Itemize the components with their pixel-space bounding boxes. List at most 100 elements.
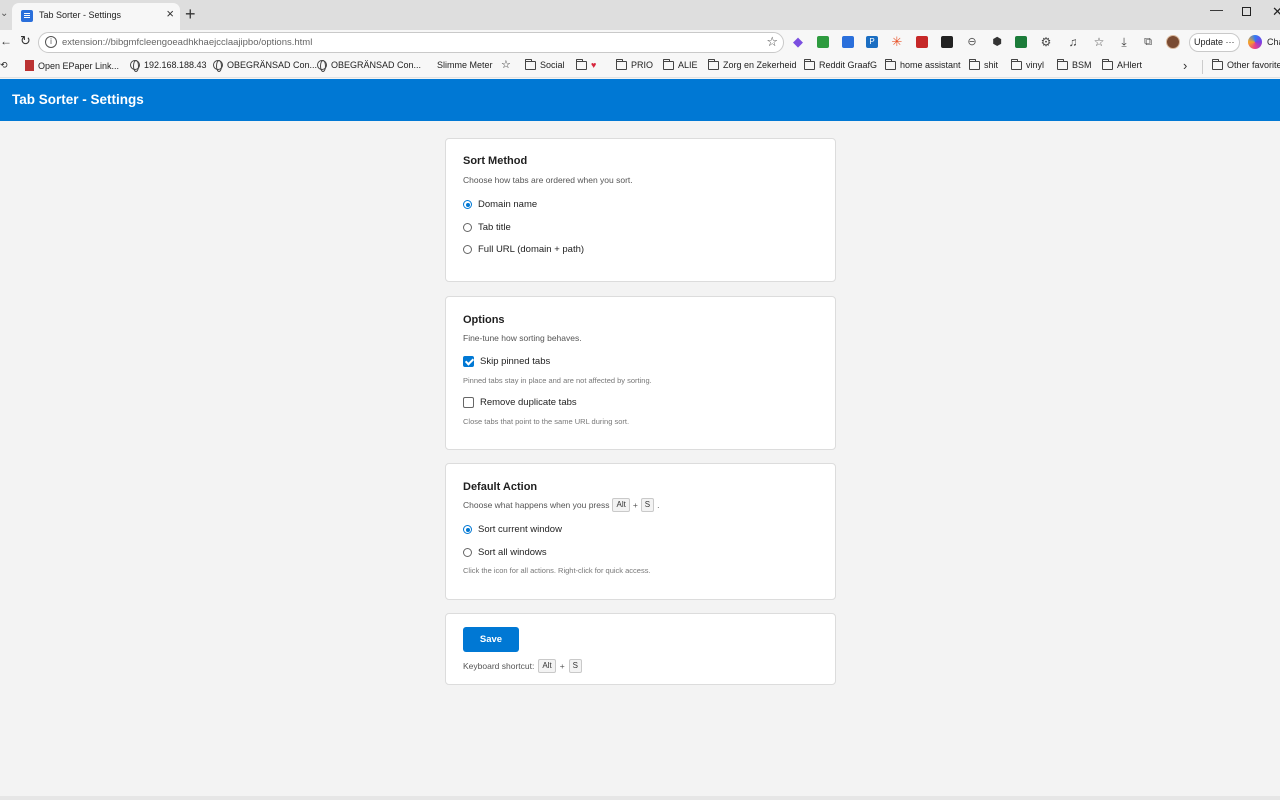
options-heading: Options (463, 314, 505, 326)
sort-method-heading: Sort Method (463, 155, 528, 167)
sort-option-domain[interactable]: Domain name (463, 199, 537, 210)
close-window-button[interactable]: ✕ (1272, 4, 1280, 20)
bookmark-item[interactable]: Slimme Meter (437, 60, 493, 70)
extensions-puzzle-icon[interactable]: ⚙ (1040, 36, 1052, 48)
bookmark-folder[interactable]: ♥ (576, 58, 596, 70)
sort-method-description: Choose how tabs are ordered when you sor… (463, 175, 633, 185)
default-action-description: Choose what happens when you press Alt +… (463, 498, 660, 512)
extension-sheets-icon[interactable] (817, 36, 829, 48)
favorites-icon[interactable]: ☆ (1093, 36, 1105, 48)
radio-domain-name[interactable] (463, 200, 472, 209)
extension-zoom-icon[interactable]: ⊖ (966, 36, 978, 48)
extension-tab-sorter-icon[interactable] (842, 36, 854, 48)
skip-pinned-option[interactable]: Skip pinned tabs (463, 356, 550, 367)
profile-avatar[interactable] (1166, 35, 1180, 49)
bookmark-item[interactable]: OBEGRÄNSAD Con... (213, 60, 317, 72)
browser-tab-title: Tab Sorter - Settings (39, 10, 122, 20)
options-card: Options Fine-tune how sorting behaves. S… (445, 296, 836, 450)
globe-icon (317, 60, 327, 72)
browser-toolbar: ← ↻ i extension://bibgmfcleengoeadhkhaej… (0, 30, 1280, 55)
bookmark-folder[interactable]: ALIE (663, 58, 698, 70)
close-tab-icon[interactable]: × (166, 7, 174, 21)
radio-sort-current-window[interactable] (463, 525, 472, 534)
star-list-icon[interactable]: ☆ (501, 58, 511, 71)
chevron-right-icon[interactable]: › (1183, 58, 1187, 73)
address-bar[interactable]: i extension://bibgmfcleengoeadhkhaejccla… (38, 32, 784, 53)
tab-actions-icon[interactable]: ⌄ (0, 8, 8, 19)
bookmark-folder[interactable]: vinyl (1011, 58, 1044, 70)
kbd-s: S (640, 498, 655, 512)
skip-pinned-checkbox[interactable] (463, 356, 474, 367)
bookmarks-sync-icon[interactable]: ⟲ (0, 60, 8, 71)
maximize-window-button[interactable] (1242, 4, 1251, 19)
bookmark-folder[interactable]: AHlert (1102, 58, 1142, 70)
performance-icon[interactable]: ♫ (1067, 36, 1079, 48)
remove-duplicates-option[interactable]: Remove duplicate tabs (463, 397, 577, 408)
tab-strip: ⌄ Tab Sorter - Settings × + — ✕ (0, 0, 1280, 30)
folder-icon (525, 58, 536, 70)
browser-tab-active[interactable]: Tab Sorter - Settings × (12, 3, 180, 30)
radio-full-url[interactable] (463, 245, 472, 254)
other-favorites-folder[interactable]: Other favorites (1212, 58, 1280, 70)
default-action-heading: Default Action (463, 481, 538, 493)
new-tab-button[interactable]: + (185, 4, 196, 24)
address-bar-url[interactable]: extension://bibgmfcleengoeadhkhaejcclaaj… (62, 37, 312, 48)
extension-cube-icon[interactable]: ⬢ (991, 36, 1003, 48)
bookmark-folder[interactable]: Reddit GraafG (804, 58, 877, 70)
action-option-label: Sort current window (478, 524, 562, 535)
bookmark-folder[interactable]: home assistant (885, 58, 961, 70)
folder-icon (885, 58, 896, 70)
back-arrow-icon[interactable]: ← (0, 34, 12, 48)
bookmark-item[interactable]: Open EPaper Link... (25, 60, 119, 71)
bookmarks-bar: ⟲ Open EPaper Link... 192.168.188.43 OBE… (0, 55, 1280, 78)
copilot-label[interactable]: Cha (1267, 37, 1280, 47)
reload-icon[interactable]: ↻ (20, 33, 31, 49)
minimize-window-button[interactable]: — (1210, 2, 1223, 17)
skip-pinned-label: Skip pinned tabs (480, 356, 551, 367)
extension-p-icon[interactable]: P (866, 36, 878, 48)
folder-icon (663, 58, 674, 70)
save-button[interactable]: Save (463, 627, 519, 652)
kbd-alt: Alt (612, 498, 630, 512)
update-button[interactable]: Update ··· (1189, 33, 1240, 52)
sort-option-label: Domain name (478, 199, 538, 210)
radio-sort-all-windows[interactable] (463, 548, 472, 557)
kbd-alt: Alt (538, 659, 556, 673)
bookmark-item[interactable]: 192.168.188.43 (130, 60, 207, 72)
site-info-icon[interactable]: i (45, 36, 57, 48)
sort-method-card: Sort Method Choose how tabs are ordered … (445, 138, 836, 282)
sort-option-label: Full URL (domain + path) (478, 244, 585, 255)
kbd-s: S (568, 659, 583, 673)
extension-red-icon[interactable] (916, 36, 928, 48)
default-action-hint: Click the icon for all actions. Right-cl… (463, 566, 651, 575)
bookmark-folder[interactable]: BSM (1057, 58, 1092, 70)
folder-icon (708, 58, 719, 70)
downloads-icon[interactable]: ⤓ (1118, 36, 1130, 48)
action-option-all-windows[interactable]: Sort all windows (463, 547, 547, 558)
folder-icon (804, 58, 815, 70)
bookmark-folder[interactable]: PRIO (616, 58, 653, 70)
folder-icon (1102, 58, 1113, 70)
folder-icon (1011, 58, 1022, 70)
save-card: Save Keyboard shortcut: Alt + S (445, 613, 836, 685)
sort-option-full-url[interactable]: Full URL (domain + path) (463, 244, 584, 255)
extension-dark-icon[interactable] (941, 36, 953, 48)
extension-green-icon[interactable] (1015, 36, 1027, 48)
favorite-star-icon[interactable]: ☆ (766, 34, 778, 50)
folder-icon (576, 58, 587, 70)
bookmark-folder[interactable]: Zorg en Zekerheid (708, 58, 797, 70)
action-option-current-window[interactable]: Sort current window (463, 524, 562, 535)
extension-sun-icon[interactable]: ✳ (891, 35, 903, 48)
tab-favicon-icon (21, 10, 33, 22)
globe-icon (213, 60, 223, 72)
extension-gem-icon[interactable]: ◆ (792, 35, 804, 48)
screenshot-icon[interactable]: ⧉ (1142, 36, 1154, 48)
copilot-icon[interactable] (1248, 35, 1262, 49)
bookmark-folder[interactable]: shit (969, 58, 998, 70)
sort-option-title[interactable]: Tab title (463, 222, 511, 233)
bookmark-folder[interactable]: Social (525, 58, 565, 70)
bookmark-item[interactable]: OBEGRÄNSAD Con... (317, 60, 421, 72)
radio-tab-title[interactable] (463, 223, 472, 232)
remove-duplicates-checkbox[interactable] (463, 397, 474, 408)
page-icon (25, 60, 34, 71)
